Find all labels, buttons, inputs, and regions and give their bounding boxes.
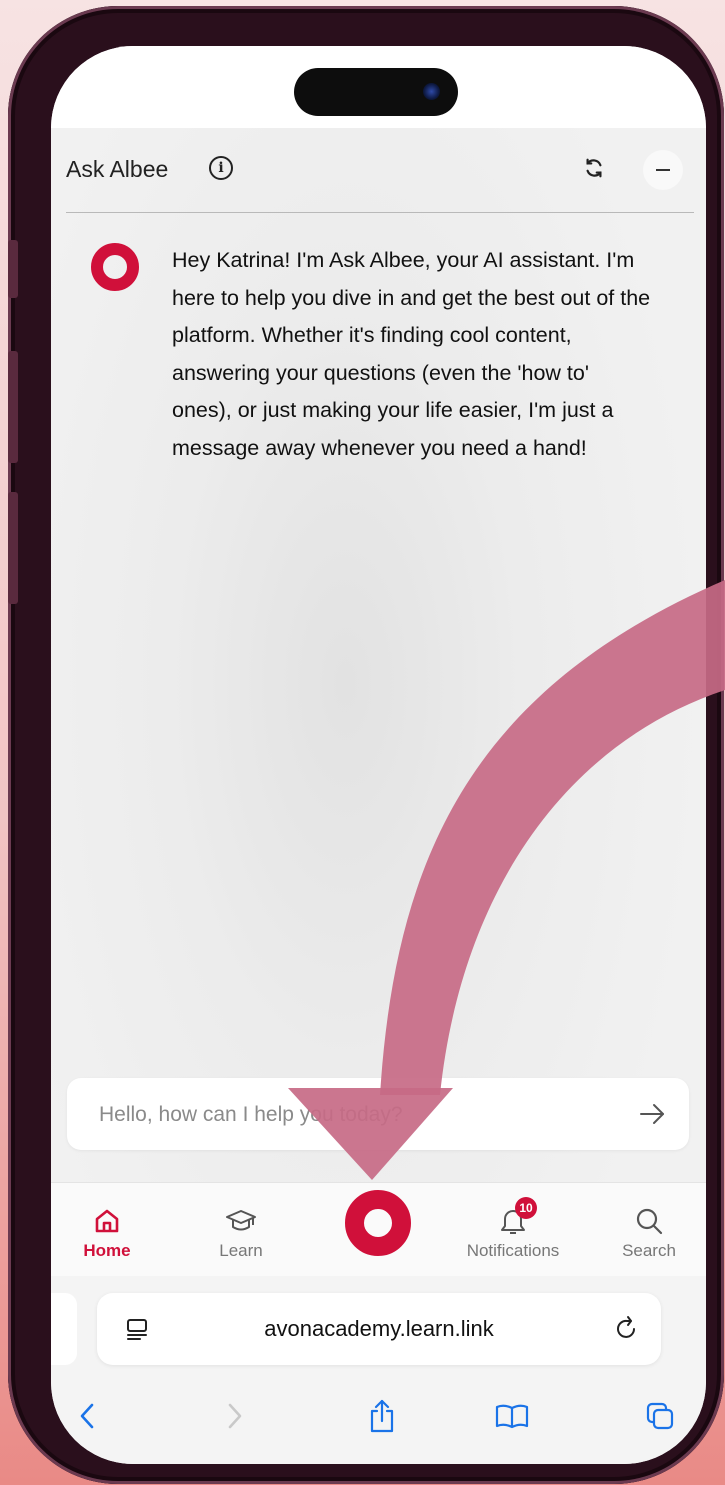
url-text: avonacademy.learn.link <box>264 1316 494 1341</box>
home-icon <box>93 1205 121 1237</box>
chat-input-box[interactable] <box>67 1078 689 1152</box>
search-icon <box>635 1205 663 1237</box>
tab-label-notifications: Notifications <box>466 1241 560 1260</box>
tab-label-learn: Learn <box>219 1241 263 1260</box>
refresh-icon[interactable] <box>578 152 610 184</box>
bookmarks-icon[interactable] <box>492 1396 532 1436</box>
phone-frame: Ask Albee i Hey Katrina! I'm Ask Albee, … <box>8 6 724 1484</box>
chat-input[interactable] <box>97 1078 621 1152</box>
reload-icon[interactable] <box>615 1315 639 1341</box>
bot-message: Hey Katrina! I'm Ask Albee, your AI assi… <box>172 248 651 460</box>
back-icon[interactable] <box>67 1396 107 1436</box>
safari-bottom-bar: avonacademy.learn.link <box>51 1276 706 1464</box>
previous-tab-edge[interactable] <box>51 1293 77 1365</box>
safari-toolbar <box>51 1396 706 1446</box>
action-button <box>8 240 18 298</box>
dynamic-island <box>294 68 458 116</box>
tab-search[interactable]: Search <box>601 1183 697 1277</box>
phone-screen: Ask Albee i Hey Katrina! I'm Ask Albee, … <box>51 46 706 1464</box>
chat-title: Ask Albee <box>66 156 169 182</box>
status-bar <box>51 46 706 128</box>
bell-icon: 10 <box>499 1197 537 1237</box>
tab-learn[interactable]: Learn <box>193 1183 289 1277</box>
ask-albee-ring-button[interactable] <box>345 1190 411 1256</box>
minimize-icon[interactable] <box>643 150 683 190</box>
share-icon[interactable] <box>362 1396 402 1436</box>
tab-home[interactable]: Home <box>59 1183 155 1277</box>
front-camera <box>423 83 440 100</box>
albee-avatar <box>91 243 139 291</box>
volume-up-button <box>8 351 18 463</box>
header-divider <box>66 212 694 213</box>
notifications-badge: 10 <box>515 1197 537 1219</box>
chat-header: Ask Albee i <box>51 128 706 212</box>
info-icon[interactable]: i <box>209 156 233 180</box>
graduation-cap-icon <box>225 1205 257 1237</box>
send-arrow-icon[interactable] <box>637 1100 667 1128</box>
address-bar[interactable]: avonacademy.learn.link <box>97 1293 661 1365</box>
tab-label-search: Search <box>622 1241 676 1260</box>
volume-down-button <box>8 492 18 604</box>
tab-notifications[interactable]: 10 Notifications <box>449 1183 577 1277</box>
tab-label-home: Home <box>83 1241 131 1260</box>
forward-icon[interactable] <box>215 1396 255 1436</box>
tabs-icon[interactable] <box>640 1396 680 1436</box>
